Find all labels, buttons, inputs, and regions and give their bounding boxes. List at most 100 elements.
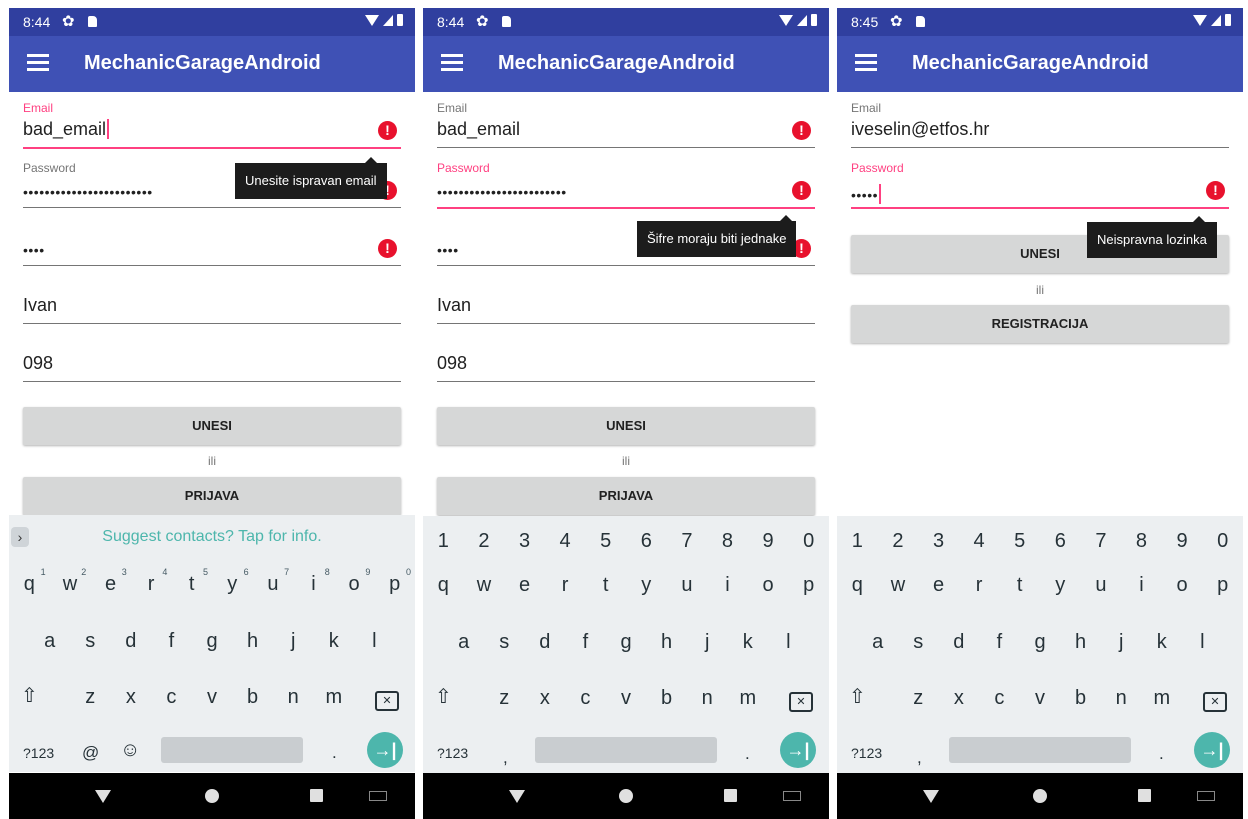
name-field[interactable]: Ivan	[23, 275, 401, 331]
home-icon[interactable]	[1033, 789, 1047, 803]
key-x[interactable]: x	[939, 687, 980, 710]
email-field[interactable]: Email bad_email !	[23, 99, 401, 155]
key-x[interactable]: x	[111, 686, 152, 709]
key-y[interactable]: y	[626, 574, 667, 597]
name-field[interactable]: Ivan	[437, 275, 815, 331]
key-9[interactable]: 9	[748, 530, 789, 553]
key-r[interactable]: r	[959, 574, 1000, 597]
key-n[interactable]: n	[1101, 687, 1142, 710]
email-value[interactable]: bad_email	[437, 119, 520, 140]
name-value[interactable]: Ivan	[23, 295, 57, 316]
key-8[interactable]: 8	[1121, 530, 1162, 553]
suggestion-strip[interactable]: › Suggest contacts? Tap for info.	[9, 515, 415, 559]
error-icon[interactable]: !	[1206, 181, 1225, 200]
back-icon[interactable]	[509, 790, 525, 803]
recents-icon[interactable]	[724, 789, 737, 802]
confirm-password-value[interactable]: ••••	[437, 242, 459, 258]
key-n[interactable]: n	[687, 687, 728, 710]
key-g[interactable]: g	[606, 631, 647, 654]
key-q[interactable]: q	[423, 574, 464, 597]
keyboard-switch-icon[interactable]	[783, 791, 801, 801]
key-u[interactable]: u	[667, 574, 708, 597]
key-k[interactable]: k	[1141, 631, 1182, 654]
key-h[interactable]: h	[1060, 631, 1101, 654]
phone-value[interactable]: 098	[437, 353, 467, 374]
phone-field[interactable]: 098	[437, 333, 815, 389]
key-r[interactable]: r4	[131, 567, 172, 596]
key-a[interactable]: a	[443, 631, 484, 654]
backspace-icon[interactable]: ✕	[1203, 692, 1227, 712]
key-o[interactable]: o	[748, 574, 789, 597]
space-key[interactable]	[535, 737, 717, 763]
phone-field[interactable]: 098	[23, 333, 401, 389]
key-n[interactable]: n	[273, 686, 314, 709]
key-b[interactable]: b	[232, 686, 273, 709]
home-icon[interactable]	[205, 789, 219, 803]
key-z[interactable]: z	[70, 686, 111, 709]
key-e[interactable]: e	[504, 574, 545, 597]
key-4[interactable]: 4	[545, 530, 586, 553]
key-c[interactable]: c	[979, 687, 1020, 710]
key-x[interactable]: x	[525, 687, 566, 710]
key-q[interactable]: q1	[9, 567, 50, 596]
key-s[interactable]: s	[484, 631, 525, 654]
prijava-button[interactable]: PRIJAVA	[23, 477, 401, 515]
password-value[interactable]: ••••••••••••••••••••••••	[437, 184, 567, 200]
recents-icon[interactable]	[310, 789, 323, 802]
error-icon[interactable]: !	[792, 121, 811, 140]
key-0[interactable]: 0	[1202, 530, 1243, 553]
enter-next-icon[interactable]: →|	[1194, 732, 1230, 768]
key-5[interactable]: 5	[585, 530, 626, 553]
emoji-icon[interactable]: ☺	[120, 739, 140, 762]
back-icon[interactable]	[95, 790, 111, 803]
key-j[interactable]: j	[687, 631, 728, 654]
key-5[interactable]: 5	[999, 530, 1040, 553]
key-s[interactable]: s	[898, 631, 939, 654]
confirm-password-field[interactable]: •••• !	[23, 217, 401, 273]
key-p[interactable]: p0	[374, 567, 415, 596]
space-key[interactable]	[161, 737, 303, 763]
key-i[interactable]: i	[1121, 574, 1162, 597]
key-c[interactable]: c	[151, 686, 192, 709]
key-u[interactable]: u7	[253, 567, 294, 596]
comma-key[interactable]: ,	[503, 748, 508, 768]
key-f[interactable]: f	[565, 631, 606, 654]
email-value[interactable]: iveselin@etfos.hr	[851, 119, 989, 140]
unesi-button[interactable]: UNESI	[23, 407, 401, 445]
key-g[interactable]: g	[192, 630, 233, 653]
backspace-icon[interactable]: ✕	[789, 692, 813, 712]
key-i[interactable]: i	[707, 574, 748, 597]
key-w[interactable]: w	[878, 574, 919, 597]
password-value[interactable]: ••••••••••••••••••••••••	[23, 184, 153, 200]
key-j[interactable]: j	[273, 630, 314, 653]
key-c[interactable]: c	[565, 687, 606, 710]
key-4[interactable]: 4	[959, 530, 1000, 553]
key-e[interactable]: e3	[90, 567, 131, 596]
symbols-key[interactable]: ?123	[851, 745, 882, 761]
key-e[interactable]: e	[918, 574, 959, 597]
keyboard-switch-icon[interactable]	[1197, 791, 1215, 801]
key-v[interactable]: v	[192, 686, 233, 709]
keyboard-switch-icon[interactable]	[369, 791, 387, 801]
key-0[interactable]: 0	[788, 530, 829, 553]
key-y[interactable]: y6	[212, 567, 253, 596]
recents-icon[interactable]	[1138, 789, 1151, 802]
key-m[interactable]: m	[1141, 687, 1182, 710]
password-value[interactable]: •••••	[851, 184, 882, 204]
key-t[interactable]: t	[999, 574, 1040, 597]
key-7[interactable]: 7	[1081, 530, 1122, 553]
key-i[interactable]: i8	[293, 567, 334, 596]
key-b[interactable]: b	[646, 687, 687, 710]
key-a[interactable]: a	[857, 631, 898, 654]
confirm-password-value[interactable]: ••••	[23, 242, 45, 258]
key-1[interactable]: 1	[423, 530, 464, 553]
key-h[interactable]: h	[232, 630, 273, 653]
key-m[interactable]: m	[727, 687, 768, 710]
key-9[interactable]: 9	[1162, 530, 1203, 553]
key-v[interactable]: v	[606, 687, 647, 710]
key-s[interactable]: s	[70, 630, 111, 653]
key-h[interactable]: h	[646, 631, 687, 654]
key-o[interactable]: o	[1162, 574, 1203, 597]
key-q[interactable]: q	[837, 574, 878, 597]
key-d[interactable]: d	[525, 631, 566, 654]
